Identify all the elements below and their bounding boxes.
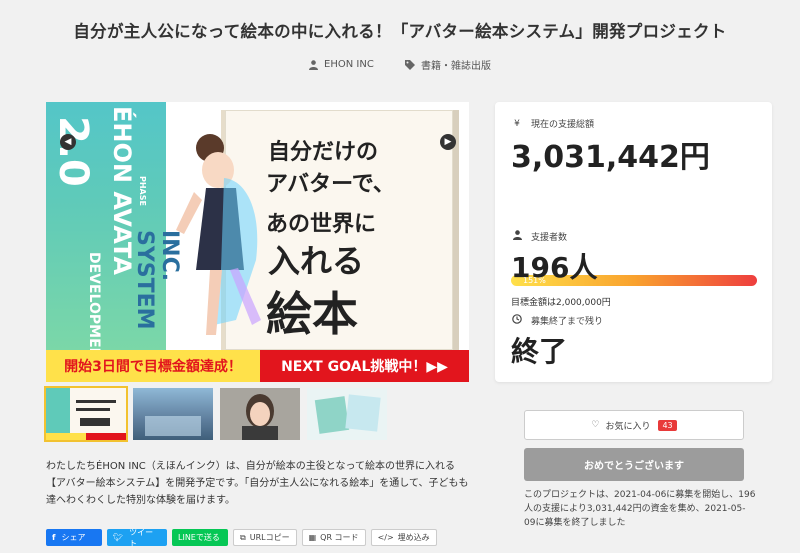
facebook-icon: f [52,533,56,542]
carousel-next-button[interactable]: ▶ [440,134,456,150]
remaining-label-text: 募集終了まで残り [531,317,604,327]
thumbnail-4[interactable] [307,388,387,440]
thumbnail-1[interactable] [44,386,128,442]
remaining-value: 終了 [511,335,568,368]
favorite-count-badge: 43 [658,419,677,431]
hero-copy-2: アバターで、 [266,172,395,197]
user-icon [511,230,523,243]
line-share-button[interactable]: LINEで送る [172,529,228,546]
thumbnail-2[interactable] [133,388,213,440]
url-copy-label: URLコピー [249,533,290,542]
total-label: ¥ 現在の支援総額 [511,117,595,131]
avatar-girl-illustration [176,134,261,335]
qr-icon: ▦ [308,533,317,542]
user-icon [309,59,319,70]
owner-link[interactable]: EHON INC [309,59,374,70]
hero-copy-3: あの世界に [266,212,377,237]
project-meta: EHON INC 書籍・雑誌出版 [0,57,800,73]
hero-vtext-big: 2.0 [50,116,96,187]
copy-icon: ⧉ [240,532,246,542]
backers-label-text: 支援者数 [531,233,568,243]
total-label-text: 現在の支援総額 [531,120,595,130]
hero-vtext-dev: DEVELOPMEN [86,252,102,360]
carousel-prev-button[interactable]: ◀ [60,134,76,150]
goal-text: 目標金額は2,000,000円 [511,298,611,308]
backers-value: 196人 [511,251,598,284]
thumbnail-strip [44,386,387,442]
tag-icon [404,59,415,70]
category-link[interactable]: 書籍・雑誌出版 [404,57,491,72]
hero-banner-right: NEXT GOAL挑戦中！▶▶ [260,350,469,382]
congrats-button[interactable]: おめでとうございます [524,448,744,481]
remaining-label: 募集終了まで残り [511,314,603,327]
share-bar: f シェア 🐦︎ ツイート LINEで送る ⧉ URLコピー ▦ QR コード </> 埋… [46,527,437,548]
qr-code-label: QR コード [320,533,359,542]
hero-banner-left: 開始3日間で目標金額達成！ [46,350,260,382]
hero-image: PHASE 2.0 ÉHON AVATA INC. SYSTEM DEVELOP… [46,102,469,382]
favorite-label: お気に入り [605,421,651,432]
hero-vtext-phase: PHASE [138,176,147,206]
code-icon: </> [377,533,394,542]
embed-label: 埋め込み [397,533,430,542]
twitter-share-label: ツイート [129,527,154,548]
twitter-share-button[interactable]: 🐦︎ ツイート [107,527,167,548]
qr-code-button[interactable]: ▦ QR コード [301,529,366,546]
heart-icon: ♡ [591,420,600,430]
twitter-icon: 🐦︎ [113,533,124,542]
favorite-button[interactable]: ♡ お気に入り 43 [524,410,744,440]
embed-button[interactable]: </> 埋め込み [370,529,437,546]
yen-icon: ¥ [514,118,520,129]
clock-icon [511,314,523,327]
category-name: 書籍・雑誌出版 [420,61,491,72]
hero-copy-4: 入れる [268,242,365,280]
url-copy-button[interactable]: ⧉ URLコピー [233,529,297,546]
stats-panel: ¥ 現在の支援総額 3,031,442円 151% 目標金額は2,000,000… [495,102,772,382]
thumbnail-3[interactable] [220,388,300,440]
line-share-label: LINEで送る [178,533,220,542]
project-title: 自分が主人公になって絵本の中に入れる！「アバター絵本システム」開発プロジェクト [73,22,727,41]
hero-copy-5: 絵本 [266,287,358,341]
facebook-share-button[interactable]: f シェア [46,529,102,546]
total-value: 3,031,442円 [511,140,710,175]
chevron-left-icon: ◀ [64,137,72,147]
backers-label: 支援者数 [511,230,567,243]
chevron-right-icon: ▶ [444,137,452,147]
project-end-note: このプロジェクトは、2021-04-06に募集を開始し、196人の支援により3,… [524,490,756,528]
hero-copy-1: 自分だけの [268,140,379,165]
project-description: わたしたちÉHON INC（えほんインク）は、自分が絵本の主役となって絵本の世界… [46,461,469,506]
owner-name: EHON INC [324,59,374,70]
facebook-share-label: シェア [61,533,86,542]
